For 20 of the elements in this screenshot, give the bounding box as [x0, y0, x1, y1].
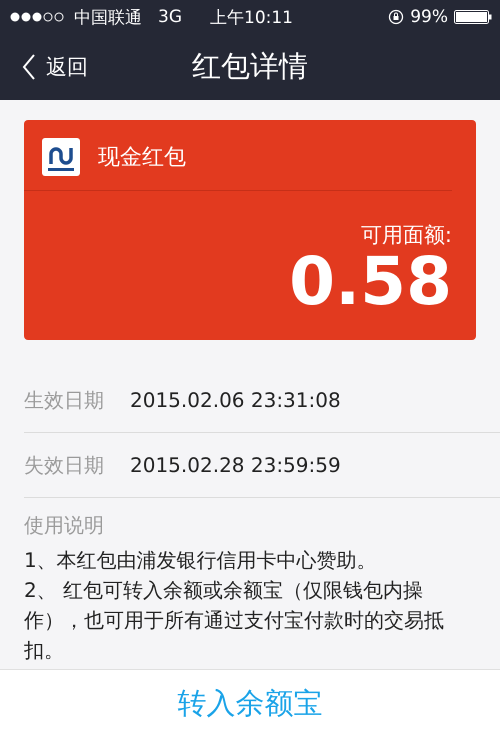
status-time: 上午10:11 — [210, 6, 293, 28]
carrier-name: 中国联通 — [74, 6, 142, 28]
detail-value: 2015.02.06 23:31:08 — [130, 388, 341, 412]
card-name: 现金红包 — [98, 144, 186, 172]
detail-label: 生效日期 — [24, 386, 104, 414]
battery-percent: 99% — [410, 7, 448, 27]
amount-value: 0.58 — [289, 249, 452, 315]
network-type: 3G — [158, 7, 182, 27]
instruction-text: 2、 红包可转入余额或余额宝（仅限钱包内操作），也可用于所有通过支付宝付款时的交易抵扣。 — [24, 577, 445, 664]
instructions-heading: 使用说明 — [24, 512, 105, 539]
page-title: 红包详情 — [192, 48, 308, 85]
rotation-lock-icon — [388, 9, 404, 25]
instruction-text: 1、本红包由浦发银行信用卡中心赞助。 — [24, 547, 378, 574]
detail-label: 失效日期 — [24, 452, 104, 478]
back-button[interactable]: 返回 — [0, 53, 88, 81]
bank-logo-icon — [42, 138, 80, 176]
detail-value: 2015.02.28 23:59:59 — [130, 453, 341, 477]
battery-icon — [454, 10, 492, 24]
back-chevron-icon — [22, 54, 36, 80]
amount-label: 可用面额: — [360, 222, 452, 249]
